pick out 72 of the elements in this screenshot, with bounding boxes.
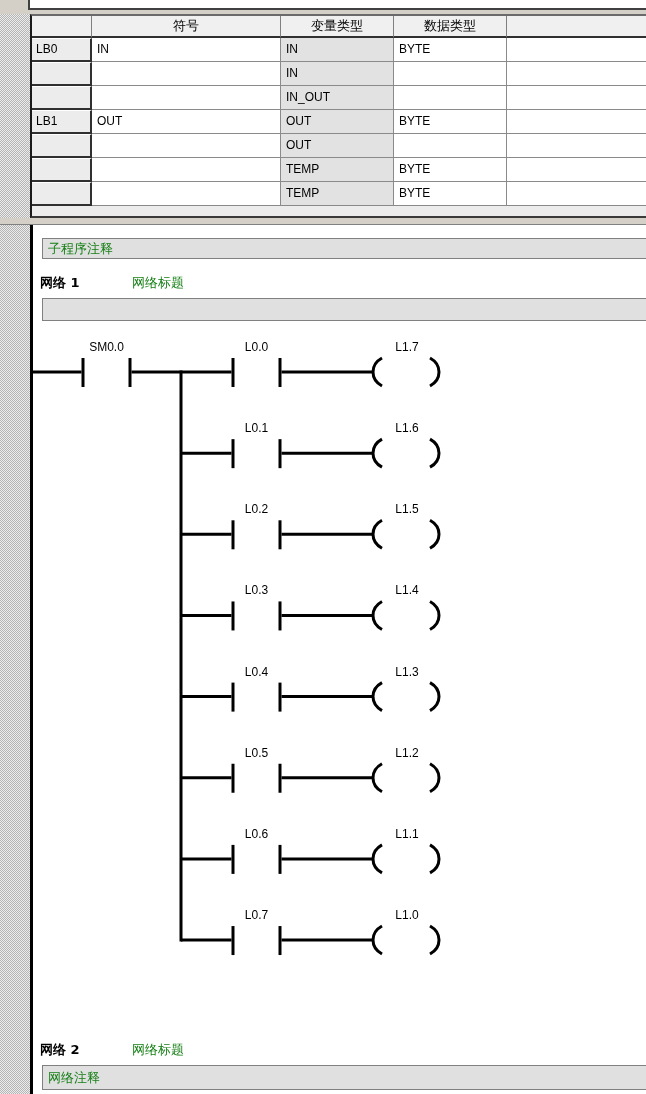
rung-wire [181, 451, 232, 455]
comment-field[interactable]: 网络注释 [42, 1065, 646, 1090]
contact-symbol [231, 844, 282, 874]
table-cell: IN_OUT [281, 86, 394, 110]
contact-symbol [231, 439, 282, 469]
contact-symbol [231, 763, 282, 793]
coil-address: L1.3 [395, 664, 419, 679]
table-cell: TEMP [281, 158, 394, 182]
coil-symbol [371, 762, 441, 793]
row-header[interactable] [32, 182, 92, 206]
table-cell: BYTE [394, 110, 507, 134]
table-cell: IN [281, 38, 394, 62]
contact-symbol [231, 926, 282, 956]
comment-field[interactable]: 子程序注释 [42, 238, 646, 259]
network-label: 网络 2 [40, 1041, 81, 1059]
coil-address: L1.1 [395, 826, 419, 841]
coil-address: L1.2 [395, 745, 419, 760]
coil-address: L1.7 [395, 340, 419, 354]
network-title: 网络标题 [132, 1041, 184, 1059]
contact-symbol [231, 682, 282, 712]
column-header: 符号 [92, 16, 281, 38]
contact-symbol [81, 358, 132, 387]
coil-address: L1.6 [395, 421, 419, 436]
rung-wire [33, 370, 82, 374]
table-cell: BYTE [394, 38, 507, 62]
contact-address: L0.2 [244, 502, 269, 517]
rung-wire [181, 776, 232, 780]
coil-symbol [371, 843, 441, 875]
coil-symbol [371, 600, 441, 631]
table-cell: IN [281, 62, 394, 86]
row-header[interactable]: LB1 [32, 110, 92, 134]
column-header: 数据类型 [394, 16, 507, 38]
table-cell: BYTE [394, 182, 507, 206]
coil-address: L1.0 [395, 908, 419, 923]
contact-address: L0.3 [244, 583, 269, 598]
rung-wire [181, 613, 232, 617]
row-header[interactable] [32, 62, 92, 86]
contact-address: L0.0 [244, 340, 269, 354]
network-title: 网络标题 [132, 274, 184, 292]
column-header: 变量类型 [281, 16, 394, 38]
contact-address: L0.4 [244, 664, 269, 679]
network-label: 网络 1 [40, 274, 81, 292]
table-cell: TEMP [281, 182, 394, 206]
rung-wire [181, 695, 232, 699]
coil-address: L1.5 [395, 502, 419, 517]
rung-wire [181, 532, 232, 536]
rung-wire [181, 857, 232, 861]
coil-symbol [371, 924, 441, 956]
rung-wire [181, 938, 232, 942]
contact-address: SM0.0 [89, 340, 124, 354]
coil-symbol [371, 681, 441, 712]
comment-field[interactable] [42, 298, 646, 321]
coil-symbol [371, 356, 441, 388]
coil-address: L1.4 [395, 583, 419, 598]
coil-symbol [371, 437, 441, 469]
table-cell: BYTE [394, 158, 507, 182]
contact-symbol [231, 520, 282, 550]
table-cell: IN [92, 38, 281, 62]
contact-address: L0.1 [244, 421, 269, 436]
row-header[interactable] [32, 134, 92, 158]
table-cell: OUT [92, 110, 281, 134]
contact-symbol [231, 358, 282, 387]
row-header[interactable] [32, 158, 92, 182]
coil-symbol [371, 519, 441, 550]
contact-address: L0.7 [244, 908, 269, 923]
contact-address: L0.5 [244, 745, 269, 760]
row-header[interactable] [32, 86, 92, 110]
table-cell: OUT [281, 110, 394, 134]
contact-symbol [231, 601, 282, 631]
row-header[interactable]: LB0 [32, 38, 92, 62]
contact-address: L0.6 [244, 826, 269, 841]
table-cell: OUT [281, 134, 394, 158]
